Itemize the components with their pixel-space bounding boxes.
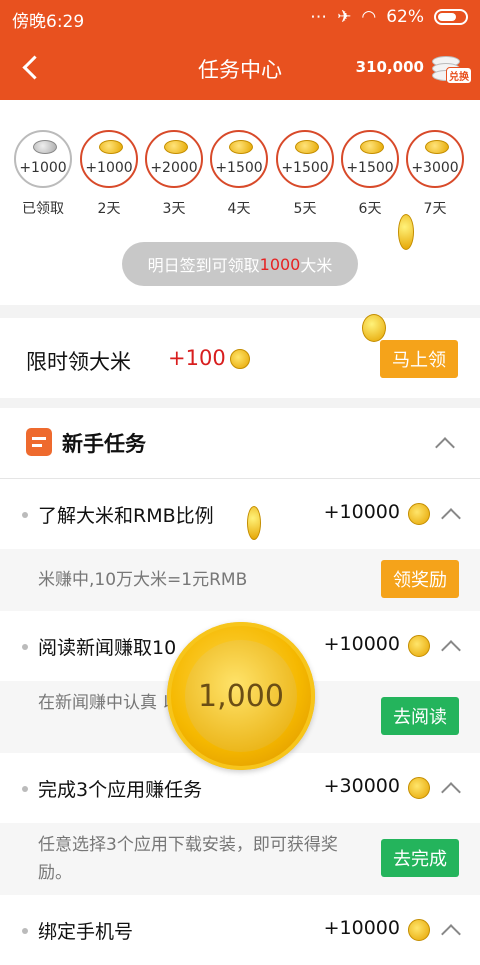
task-row[interactable]: 了解大米和RMB比例 +10000 [0, 479, 480, 549]
balance-amount: 310,000 [355, 58, 424, 76]
top-bar: 任务中心 310,000 兑换 [0, 34, 480, 100]
checkin-day-2[interactable]: +1000 [80, 130, 138, 188]
go-complete-button[interactable]: 去完成 [381, 839, 459, 877]
coin-icon [33, 140, 57, 154]
bullet-dot [22, 644, 28, 650]
day-label: 5天 [293, 201, 317, 217]
chevron-up-icon[interactable] [435, 437, 455, 457]
task-reward: +30000 [323, 775, 400, 797]
battery-icon [434, 9, 468, 25]
coin-reward-value: 1,000 [185, 640, 297, 752]
coin-icon [408, 777, 430, 799]
more-icon: ⋯ [310, 7, 328, 27]
flying-coin-icon [398, 214, 414, 250]
limited-offer-label: 限时领大米 [26, 350, 131, 374]
checkin-day-5[interactable]: +1500 [276, 130, 334, 188]
task-detail: 任意选择3个应用下载安装，即可获得奖励。 去完成 [0, 823, 480, 895]
task-name: 了解大米和RMB比例 [38, 505, 214, 527]
task-detail: 米赚中,10万大米=1元RMB 领奖励 [0, 549, 480, 611]
day-label: 已领取 [22, 201, 64, 217]
task-list-icon [26, 428, 52, 456]
flying-coin-icon [247, 506, 261, 540]
day-label: 4天 [227, 201, 251, 217]
coin-icon [164, 140, 188, 154]
limited-offer-bonus: +100 [168, 346, 226, 370]
task-name: 阅读新闻赚取10 [38, 637, 177, 659]
claim-now-button[interactable]: 马上领 [380, 340, 458, 378]
flying-coin-icon [362, 314, 386, 342]
go-read-button[interactable]: 去阅读 [381, 697, 459, 735]
checkin-day-4[interactable]: +1500 [210, 130, 268, 188]
newbie-tasks-header[interactable]: 新手任务 [0, 408, 480, 479]
bullet-dot [22, 512, 28, 518]
chevron-up-icon[interactable] [441, 924, 461, 944]
task-description: 米赚中,10万大米=1元RMB [38, 570, 248, 590]
coin-icon [408, 919, 430, 941]
limited-offer-row: 限时领大米 +100 马上领 [0, 318, 480, 398]
coin-icon [229, 140, 253, 154]
claim-reward-button[interactable]: 领奖励 [381, 560, 459, 598]
checkin-day-3[interactable]: +2000 [145, 130, 203, 188]
day-label: 3天 [162, 201, 186, 217]
checkin-tip: 明日签到可领取 1000 大米 [122, 242, 358, 286]
chevron-up-icon[interactable] [441, 640, 461, 660]
section-title: 新手任务 [62, 432, 146, 456]
task-row[interactable]: 绑定手机号 +10000 [0, 895, 480, 965]
day-label: 2天 [97, 201, 121, 217]
day-label: 6天 [358, 201, 382, 217]
battery-percent: 62% [386, 7, 424, 27]
status-bar: 傍晚6:29 ⋯ ✈ ◠ 62% [0, 0, 480, 34]
status-icons: ⋯ ✈ ◠ 62% [310, 7, 468, 27]
coin-icon [408, 503, 430, 525]
task-name: 绑定手机号 [38, 921, 134, 943]
chevron-up-icon[interactable] [441, 508, 461, 528]
status-time: 傍晚6:29 [12, 12, 85, 32]
coin-icon [230, 349, 250, 369]
task-reward: +10000 [323, 917, 400, 939]
coin-icon [360, 140, 384, 154]
wifi-icon: ◠ [361, 7, 377, 27]
task-name: 完成3个应用赚任务 [38, 779, 203, 801]
coin-stack-icon: 兑换 [430, 52, 472, 84]
task-description: 任意选择3个应用下载安装，即可获得奖励。 [38, 835, 338, 883]
checkin-day-7[interactable]: +3000 [406, 130, 464, 188]
airplane-icon: ✈ [337, 7, 352, 27]
task-reward: +10000 [323, 633, 400, 655]
coin-icon [295, 140, 319, 154]
coin-icon [425, 140, 449, 154]
chevron-up-icon[interactable] [441, 782, 461, 802]
exchange-label: 兑换 [446, 67, 472, 84]
bullet-dot [22, 786, 28, 792]
day-label: 7天 [423, 201, 447, 217]
coin-icon [408, 635, 430, 657]
bullet-dot [22, 928, 28, 934]
checkin-panel: +1000 +1000 +2000 +1500 +1500 +1500 +300… [0, 100, 480, 305]
coin-icon [99, 140, 123, 154]
task-reward: +10000 [323, 501, 400, 523]
checkin-day-1[interactable]: +1000 [14, 130, 72, 188]
coin-reward-popup[interactable]: 1,000 [167, 622, 315, 770]
checkin-day-6[interactable]: +1500 [341, 130, 399, 188]
balance-exchange[interactable]: 310,000 兑换 [355, 52, 472, 84]
